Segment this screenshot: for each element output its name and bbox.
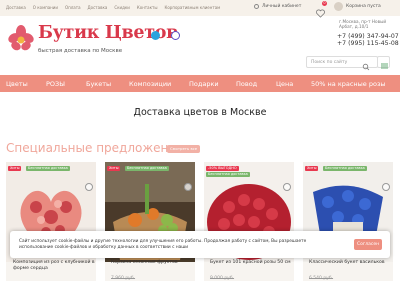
page-title: Доставка цветов в Москве: [133, 107, 267, 118]
cart-label[interactable]: Корзина пуста: [346, 4, 381, 9]
hit-badge: Хиты: [305, 166, 319, 171]
favorites-count-badge: 0: [322, 1, 327, 6]
top-nav-link[interactable]: Оплата: [65, 5, 81, 10]
logo-subtitle: быстрая доставка по Москве: [38, 48, 123, 54]
user-icon: [254, 4, 259, 9]
hit-badge: Хиты: [107, 166, 121, 171]
menu-item-gifts[interactable]: Подарки: [189, 80, 219, 88]
see-all-button[interactable]: Смотреть все: [167, 145, 201, 153]
menu-item-bouquets[interactable]: Букеты: [86, 80, 111, 88]
personal-cabinet-label: Личный кабинет: [262, 4, 302, 9]
section-title: Специальные предложения: [6, 141, 184, 155]
old-price: 7 960 руб.: [111, 276, 136, 281]
telegram-icon[interactable]: [151, 31, 160, 40]
menu-item-roses[interactable]: РОЗЫ: [46, 80, 65, 88]
menu-item-promo[interactable]: 50% на красные розы: [311, 80, 386, 88]
free-delivery-badge: Бесплатная доставка: [26, 166, 70, 171]
top-nav-link[interactable]: О компании: [33, 5, 58, 10]
discount-badge: -50% ВЫГОДНО: [206, 166, 239, 171]
product-name[interactable]: Букет из 101 красной розы 50 см: [210, 260, 295, 266]
product-name[interactable]: Классический букет васильков: [309, 260, 394, 266]
address-text: г.Москва, пр-т Новый Арбат, д.10/1: [339, 19, 387, 30]
phone-number-1[interactable]: +7 (499) 347-94-07: [337, 33, 399, 40]
old-price: 6 540 руб.: [309, 276, 334, 281]
top-nav-link[interactable]: Корпоративным клиентам: [165, 5, 221, 10]
free-delivery-badge: Бесплатная доставка: [125, 166, 169, 171]
cookie-text: Сайт использует cookie-файлы и другие те…: [19, 239, 307, 250]
quick-view-icon[interactable]: [184, 183, 192, 191]
free-delivery-badge: Бесплатная доставка: [323, 166, 367, 171]
cart-icon[interactable]: [334, 2, 343, 11]
personal-cabinet-link[interactable]: Личный кабинет: [254, 4, 301, 9]
top-nav-link[interactable]: Доставка: [88, 5, 108, 10]
product-name[interactable]: Композиция из роз с клубникой в форме се…: [13, 260, 98, 272]
viber-icon[interactable]: [171, 31, 180, 40]
quick-view-icon[interactable]: [283, 183, 291, 191]
menu-item-price[interactable]: Цена: [276, 80, 293, 88]
heart-icon: [316, 9, 325, 18]
hit-badge: Хиты: [8, 166, 22, 171]
menu-item-compositions[interactable]: Композиции: [129, 80, 171, 88]
quick-view-icon[interactable]: [85, 183, 93, 191]
menu-item-occasion[interactable]: Повод: [236, 80, 257, 88]
top-nav: Доставка О компании Оплата Доставка Скид…: [6, 5, 220, 10]
flower-logo-icon[interactable]: [6, 24, 36, 54]
top-nav-link[interactable]: Доставка: [6, 5, 26, 10]
phone-number-2[interactable]: +7 (995) 115-45-08: [337, 40, 399, 47]
free-delivery-badge: Бесплатная доставка: [206, 172, 250, 177]
menu-item-flowers[interactable]: Цветы: [6, 80, 28, 88]
product-name[interactable]: Корзина сезонных фруктов: [111, 260, 196, 266]
old-price: 9 000 руб.: [210, 276, 235, 281]
top-nav-link[interactable]: Контакты: [137, 5, 158, 10]
cookie-accept-button[interactable]: Согласен: [354, 239, 382, 250]
main-menu: Цветы РОЗЫ Букеты Композиции Подарки Пов…: [0, 75, 400, 92]
search-icon[interactable]: [362, 57, 370, 71]
quick-view-icon[interactable]: [382, 183, 390, 191]
top-nav-link[interactable]: Скидки: [114, 5, 130, 10]
filter-icon[interactable]: [377, 56, 390, 69]
cookie-banner: Сайт использует cookie-файлы и другие те…: [10, 231, 390, 258]
